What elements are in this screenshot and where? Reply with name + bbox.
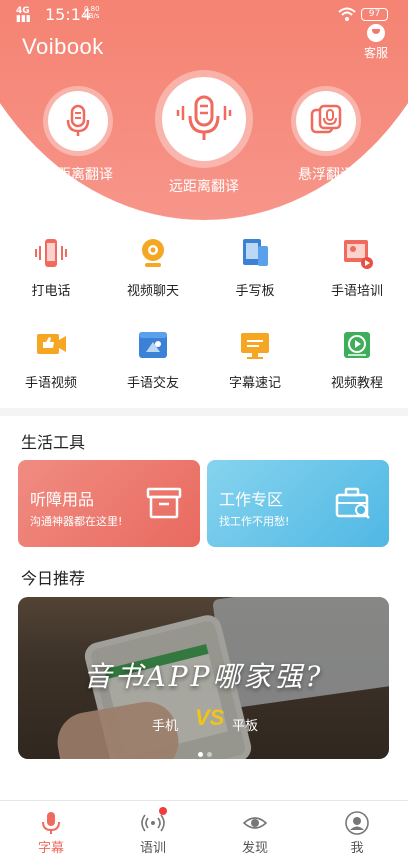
- banner-label-phone: 手机: [152, 719, 179, 734]
- tab-speech-training[interactable]: 语训: [102, 807, 204, 856]
- archive-box-icon: [146, 487, 182, 519]
- tab-label: 字幕: [37, 841, 64, 856]
- card-subtitle: 沟通神器都在这里!: [30, 515, 123, 528]
- feature-sign-friends[interactable]: 手语交友: [102, 328, 204, 391]
- tab-subtitles[interactable]: 字幕: [0, 811, 102, 856]
- notification-badge: [159, 807, 167, 815]
- banner-pager: [196, 742, 214, 759]
- pager-dot[interactable]: [198, 752, 203, 757]
- signal-indicator: 4G ▮▮▮: [16, 6, 31, 24]
- network-type: 4G: [16, 6, 30, 16]
- recommend-banner[interactable]: 音书APP哪家强? 手机 VS 平板: [18, 597, 389, 759]
- wifi-icon: [338, 7, 356, 21]
- tab-label: 语训: [139, 841, 166, 856]
- feature-label: 视频聊天: [126, 284, 179, 299]
- feature-label: 手语视频: [24, 376, 77, 391]
- customer-service-button[interactable]: 客服: [356, 24, 396, 61]
- today-title: 今日推荐: [21, 569, 86, 588]
- eye-icon: [243, 817, 267, 829]
- radio-waves-icon: [141, 807, 167, 835]
- mode-far-translate[interactable]: 远距离翻译: [148, 70, 260, 196]
- mode-near-ring: [43, 86, 113, 156]
- sign-training-icon: [344, 240, 373, 269]
- customer-service-label: 客服: [363, 46, 388, 60]
- feature-sign-video[interactable]: 手语视频: [0, 328, 102, 391]
- microphone-icon: [48, 91, 108, 151]
- feature-phone-call[interactable]: 打电话: [0, 236, 102, 299]
- webcam-icon: [142, 239, 164, 267]
- microphone-waves-icon: [162, 77, 246, 161]
- tab-me[interactable]: 我: [306, 811, 408, 856]
- app-logo: Voibook: [22, 34, 104, 59]
- mode-far-ring: [155, 70, 253, 168]
- mode-floating-label: 悬浮翻译: [298, 167, 354, 183]
- feature-label: 视频教程: [330, 376, 383, 391]
- section-divider: [0, 408, 408, 416]
- pager-dot[interactable]: [207, 752, 212, 757]
- battery-level: 97: [361, 8, 388, 21]
- card-work-zone[interactable]: 工作专区 找工作不用愁!: [207, 460, 389, 547]
- tablet-pen-icon: [243, 239, 268, 266]
- feature-label: 字幕速记: [228, 376, 281, 391]
- floating-mic-icon: [296, 91, 356, 151]
- feature-subtitle-shorthand[interactable]: 字幕速记: [204, 328, 306, 391]
- headset-icon: [367, 24, 385, 42]
- user-avatar-icon: [345, 811, 369, 835]
- mode-far-label: 远距离翻译: [169, 179, 239, 195]
- feature-sign-training[interactable]: 手语培训: [306, 236, 408, 299]
- subtitle-monitor-icon: [241, 333, 269, 359]
- feature-label: 手写板: [235, 284, 275, 299]
- card-title: 工作专区: [219, 490, 284, 509]
- feature-label: 手语培训: [330, 284, 383, 299]
- card-subtitle: 找工作不用愁!: [219, 515, 290, 528]
- banner-label-tablet: 平板: [232, 719, 259, 734]
- tab-label: 我: [350, 841, 364, 856]
- status-bar: 4G ▮▮▮ 15:14 0.80 KB/s 97: [0, 0, 408, 30]
- briefcase-search-icon: [335, 487, 370, 519]
- header-hero: 4G ▮▮▮ 15:14 0.80 KB/s 97 Voibook 客服 近距离…: [0, 0, 408, 225]
- card-hearing-products[interactable]: 听障用品 沟通神器都在这里!: [18, 460, 200, 547]
- mode-near-translate[interactable]: 近距离翻译: [30, 86, 126, 184]
- tab-label: 发现: [241, 841, 268, 856]
- sign-friends-icon: [139, 332, 167, 358]
- mode-near-label: 近距离翻译: [43, 167, 113, 183]
- feature-handwriting-pad[interactable]: 手写板: [204, 236, 306, 299]
- feature-label: 打电话: [31, 284, 71, 299]
- thumb-video-icon: [37, 334, 66, 354]
- mode-floating-translate[interactable]: 悬浮翻译: [278, 86, 374, 184]
- bottom-tab-bar: 字幕 语训 发现 我: [0, 800, 408, 858]
- tab-discover[interactable]: 发现: [204, 811, 306, 856]
- speed-unit: KB/s: [84, 12, 100, 20]
- mode-floating-ring: [291, 86, 361, 156]
- phone-call-icon: [35, 239, 67, 267]
- mic-tab-icon: [42, 812, 60, 834]
- feature-video-tutorial[interactable]: 视频教程: [306, 328, 408, 391]
- feature-label: 手语交友: [126, 376, 179, 391]
- play-tutorial-icon: [344, 332, 370, 358]
- life-tools-title: 生活工具: [21, 433, 86, 452]
- network-speed: 0.80 KB/s: [84, 6, 100, 20]
- banner-vs: VS: [195, 705, 225, 730]
- card-title: 听障用品: [30, 490, 95, 509]
- banner-headline: 音书APP哪家强?: [83, 660, 324, 693]
- feature-video-chat[interactable]: 视频聊天: [102, 236, 204, 299]
